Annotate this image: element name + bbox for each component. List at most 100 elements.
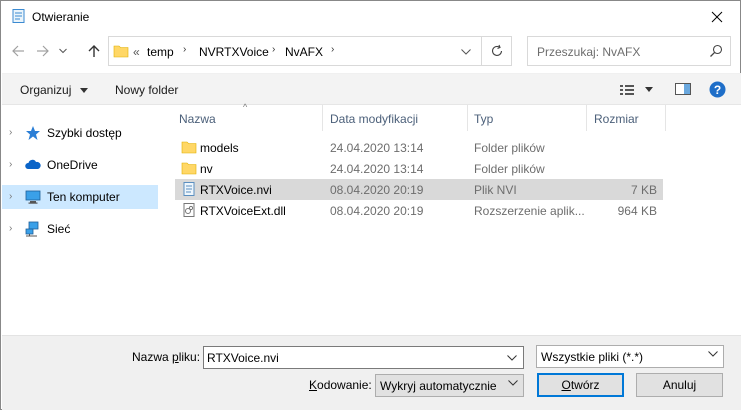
caret-down-icon [79,88,88,94]
file-name: models [200,141,239,155]
file-icon [181,181,197,197]
file-row-nv[interactable]: nv 24.04.2020 13:14 Folder plików [175,158,663,179]
file-type: Folder plików [474,162,545,176]
nav-label: Szybki dostęp [47,126,122,140]
forward-button[interactable] [33,41,53,61]
folder-icon [181,160,197,176]
view-options-button[interactable] [619,83,635,97]
file-date: 24.04.2020 13:14 [330,141,424,155]
chevron-right-icon[interactable]: › [183,44,186,55]
file-type-filter-value: Wszystkie pliki (*.*) [541,350,644,364]
breadcrumb-temp[interactable]: temp [147,45,174,59]
caret-down-icon [645,87,653,92]
address-history-button[interactable] [461,49,471,55]
help-icon: ? [709,81,726,98]
nav-item-network[interactable]: › Sieć [2,217,158,241]
refresh-button[interactable] [482,36,512,66]
chevron-right-icon[interactable]: › [9,159,12,170]
filename-label-part: liku: [178,350,201,364]
chevron-right-icon[interactable]: › [272,44,275,55]
file-row-rtxvoice-nvi[interactable]: RTXVoice.nvi 08.04.2020 20:19 Plik NVI 7… [175,179,663,200]
filename-label: Nazwa pliku: [132,350,200,364]
encoding-value: Wykryj automatycznie [380,379,497,393]
chevron-right-icon[interactable]: › [9,191,12,202]
file-size: 7 KB [630,183,657,197]
column-header-type-label: Typ [474,112,494,126]
close-button[interactable] [694,1,740,32]
encoding-label-part: odowanie: [317,378,372,392]
back-button[interactable] [8,41,28,61]
column-divider[interactable] [665,105,666,131]
encoding-select[interactable]: Wykryj automatycznie [375,374,524,397]
column-header-name-label: Nazwa [179,112,216,126]
file-date: 08.04.2020 20:19 [330,204,424,218]
filename-label-accesskey: p [172,350,179,364]
file-name: RTXVoice.nvi [200,183,272,197]
nav-label: OneDrive [47,158,98,172]
breadcrumb-nvrtxvoice[interactable]: NVRTXVoice [199,45,269,59]
chevron-right-icon[interactable]: › [9,127,12,138]
nav-item-onedrive[interactable]: › OneDrive [2,153,158,177]
column-header-date-label: Data modyfikacji [330,112,419,126]
up-button[interactable] [84,41,104,61]
chevron-right-icon[interactable]: › [331,44,334,55]
filename-input[interactable]: RTXVoice.nvi [203,346,524,369]
address-bar[interactable]: « temp › NVRTXVoice › NvAFX › [108,36,482,66]
file-type: Folder plików [474,141,545,155]
organize-button[interactable]: Organizuj [20,83,88,97]
nav-item-this-pc[interactable]: › Ten komputer [2,185,158,209]
breadcrumb-nvafx[interactable]: NvAFX [285,45,323,59]
chevron-down-icon [507,355,517,361]
search-placeholder: Przeszukaj: NvAFX [537,45,641,59]
dll-file-icon [181,202,197,218]
column-header-size[interactable]: Rozmiar [587,105,665,131]
search-icon[interactable] [709,44,723,58]
column-header-type[interactable]: Typ [468,105,586,131]
dialog-footer: Nazwa pliku: RTXVoice.nvi Wszystkie plik… [2,335,741,410]
breadcrumb-overflow[interactable]: « [133,45,140,59]
close-icon [711,11,723,22]
file-row-rtxvoiceext-dll[interactable]: RTXVoiceExt.dll 08.04.2020 20:19 Rozszer… [175,200,663,221]
new-folder-button[interactable]: Nowy folder [115,83,178,97]
file-size: 964 KB [617,204,657,218]
column-header-date[interactable]: Data modyfikacji [323,105,467,131]
filename-label-part: Nazwa [132,350,173,364]
svg-text:?: ? [714,83,721,97]
folder-icon [113,43,129,59]
filename-history-button[interactable] [507,355,517,361]
open-button[interactable]: Otwórz [537,373,624,397]
encoding-label-accesskey: K [309,378,318,392]
arrow-up-icon [88,45,100,57]
network-icon [25,221,41,237]
window-title: Otwieranie [32,10,90,24]
open-dialog: Otwieranie « temp › NVRTXVoice › NvAFX ›… [0,0,741,410]
preview-pane-icon [675,83,691,95]
view-dropdown-button[interactable] [645,87,653,92]
arrow-right-icon [37,45,49,57]
nav-label: Sieć [47,222,71,236]
help-button[interactable]: ? [709,81,726,98]
file-type: Rozszerzenie aplik... [474,204,585,218]
file-type-filter-select[interactable]: Wszystkie pliki (*.*) [536,345,724,368]
title-bar: Otwieranie [1,1,740,32]
chevron-down-icon [508,380,518,390]
column-header-name[interactable]: ^ Nazwa [169,102,319,131]
file-name: nv [200,162,213,176]
file-list: ^ Nazwa Data modyfikacji Typ Rozmiar mod… [169,102,741,335]
folder-icon [181,139,197,155]
open-label-accesskey: O [561,378,571,392]
file-row-models[interactable]: models 24.04.2020 13:14 Folder plików [175,137,663,158]
nav-label: Ten komputer [47,190,120,204]
chevron-right-icon[interactable]: › [9,223,12,234]
cancel-button[interactable]: Anuluj [636,373,723,397]
computer-icon [25,189,41,205]
notepad-icon [11,8,27,24]
star-icon [25,125,41,141]
recent-locations-button[interactable] [57,41,69,61]
refresh-icon [491,44,502,56]
nav-item-quick-access[interactable]: › Szybki dostęp [2,121,158,145]
preview-pane-button[interactable] [675,82,691,96]
filename-value: RTXVoice.nvi [207,351,279,365]
search-input[interactable]: Przeszukaj: NvAFX [527,36,731,66]
file-date: 24.04.2020 13:14 [330,162,424,176]
